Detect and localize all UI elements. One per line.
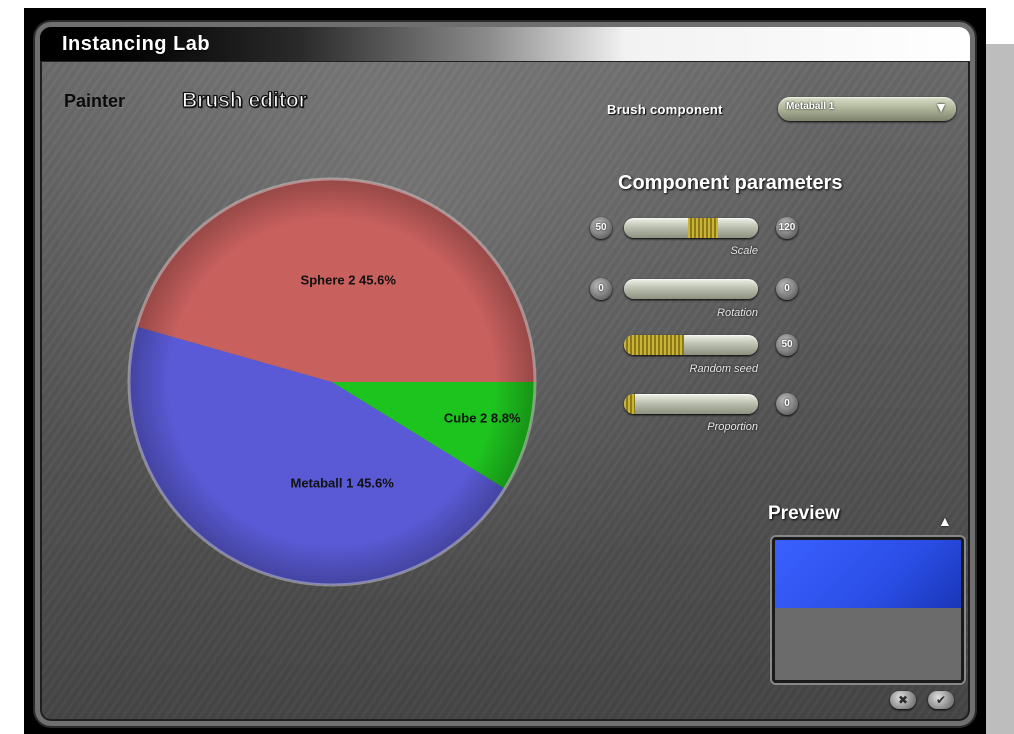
brush-composition-pie-chart[interactable]: Sphere 2 45.6% Metaball 1 45.6% Cube 2 8.8… bbox=[122, 177, 542, 597]
ok-button[interactable]: ✔ bbox=[928, 691, 954, 709]
dropdown-value: Metaball 1 bbox=[786, 101, 835, 112]
brush-component-label: Brush component bbox=[607, 102, 723, 117]
proportion-label: Proportion bbox=[707, 421, 758, 433]
slice-cube-2-label: Cube 2 8.8% bbox=[444, 411, 521, 426]
instancing-lab-window: Instancing Lab Painter Brush editor Brus… bbox=[35, 22, 975, 726]
proportion-slider[interactable] bbox=[624, 394, 758, 414]
scale-label: Scale bbox=[730, 245, 758, 257]
rotation-label: Rotation bbox=[717, 307, 758, 319]
random-seed-label: Random seed bbox=[689, 363, 759, 375]
rotation-max-value: 0 bbox=[776, 278, 798, 300]
scale-slider-fill bbox=[688, 218, 718, 238]
proportion-slider-fill bbox=[624, 394, 635, 414]
scale-slider[interactable] bbox=[624, 218, 758, 238]
tab-brush-editor[interactable]: Brush editor bbox=[181, 88, 307, 113]
preview-gray-region bbox=[775, 608, 961, 680]
slice-metaball-1-label: Metaball 1 45.6% bbox=[290, 476, 394, 491]
x-icon: ✖ bbox=[897, 693, 909, 707]
random-seed-slider-fill bbox=[624, 335, 685, 355]
tab-painter[interactable]: Painter bbox=[64, 91, 125, 112]
scale-max-value: 120 bbox=[776, 217, 798, 239]
proportion-max-value: 0 bbox=[776, 393, 798, 415]
cancel-button[interactable]: ✖ bbox=[890, 691, 916, 709]
rotation-min-value: 0 bbox=[590, 278, 612, 300]
window-title: Instancing Lab bbox=[62, 33, 211, 55]
random-seed-max-value: 50 bbox=[776, 334, 798, 356]
brush-component-dropdown[interactable]: Metaball 1 ▼ bbox=[778, 97, 956, 121]
preview-blue-region bbox=[775, 540, 961, 608]
chevron-up-icon[interactable]: ▲ bbox=[938, 513, 952, 529]
rotation-slider[interactable] bbox=[624, 279, 758, 299]
scale-min-value: 50 bbox=[590, 217, 612, 239]
chevron-down-icon: ▼ bbox=[934, 99, 948, 115]
random-seed-slider[interactable] bbox=[624, 335, 758, 355]
title-bar[interactable]: Instancing Lab bbox=[40, 27, 970, 62]
preview-viewport[interactable] bbox=[772, 537, 964, 683]
component-parameters-title: Component parameters bbox=[618, 172, 843, 194]
checkmark-icon: ✔ bbox=[935, 693, 947, 707]
slice-sphere-2-label: Sphere 2 45.6% bbox=[301, 273, 397, 288]
side-panel-edge bbox=[986, 44, 1014, 734]
preview-title: Preview bbox=[768, 503, 840, 524]
